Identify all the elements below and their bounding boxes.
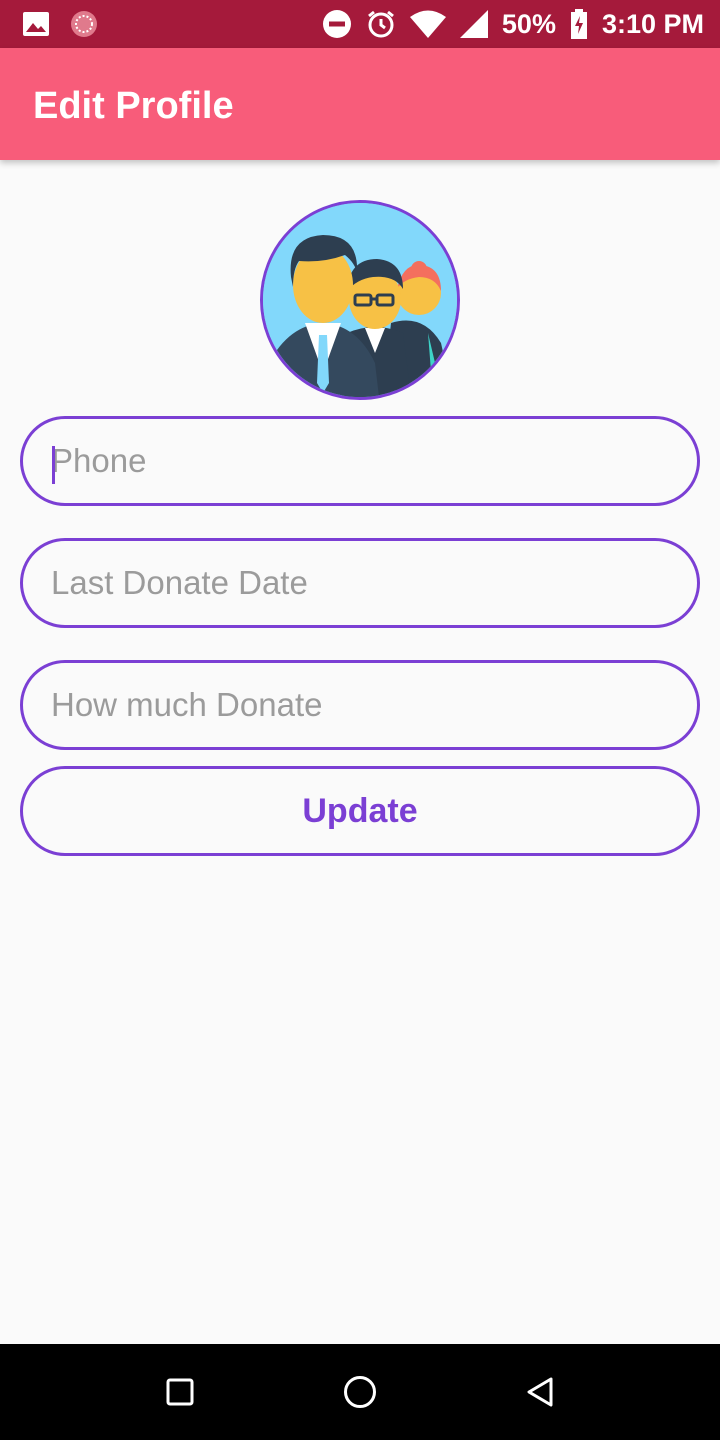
back-button[interactable] xyxy=(520,1372,560,1412)
recent-apps-button[interactable] xyxy=(160,1372,200,1412)
app-bar: Edit Profile xyxy=(0,48,720,160)
last-donate-date-input[interactable] xyxy=(51,541,671,624)
phone-input[interactable] xyxy=(51,419,671,502)
people-group-icon xyxy=(263,203,457,397)
image-icon xyxy=(22,11,50,37)
alarm-icon xyxy=(366,9,396,39)
status-time: 3:10 PM xyxy=(601,8,704,39)
battery-charging-icon xyxy=(570,9,588,39)
back-icon xyxy=(527,1377,553,1407)
how-much-donate-input[interactable] xyxy=(51,663,671,746)
last-donate-date-field-container xyxy=(20,538,700,628)
update-button[interactable]: Update xyxy=(20,766,700,856)
navigation-bar xyxy=(0,1344,720,1440)
home-icon xyxy=(344,1376,376,1408)
profile-avatar[interactable] xyxy=(260,200,460,400)
page-title: Edit Profile xyxy=(33,85,234,127)
text-cursor xyxy=(52,446,55,484)
how-much-donate-field-container xyxy=(20,660,700,750)
do-not-disturb-icon xyxy=(322,9,352,39)
wifi-icon xyxy=(409,10,446,38)
phone-field-container xyxy=(20,416,700,506)
recent-apps-icon xyxy=(166,1378,194,1406)
app-notification-icon xyxy=(70,10,98,38)
status-bar: 50% 3:10 PM xyxy=(0,0,720,48)
home-button[interactable] xyxy=(340,1372,380,1412)
cell-signal-icon xyxy=(459,10,488,38)
battery-percent: 50% xyxy=(501,8,556,39)
